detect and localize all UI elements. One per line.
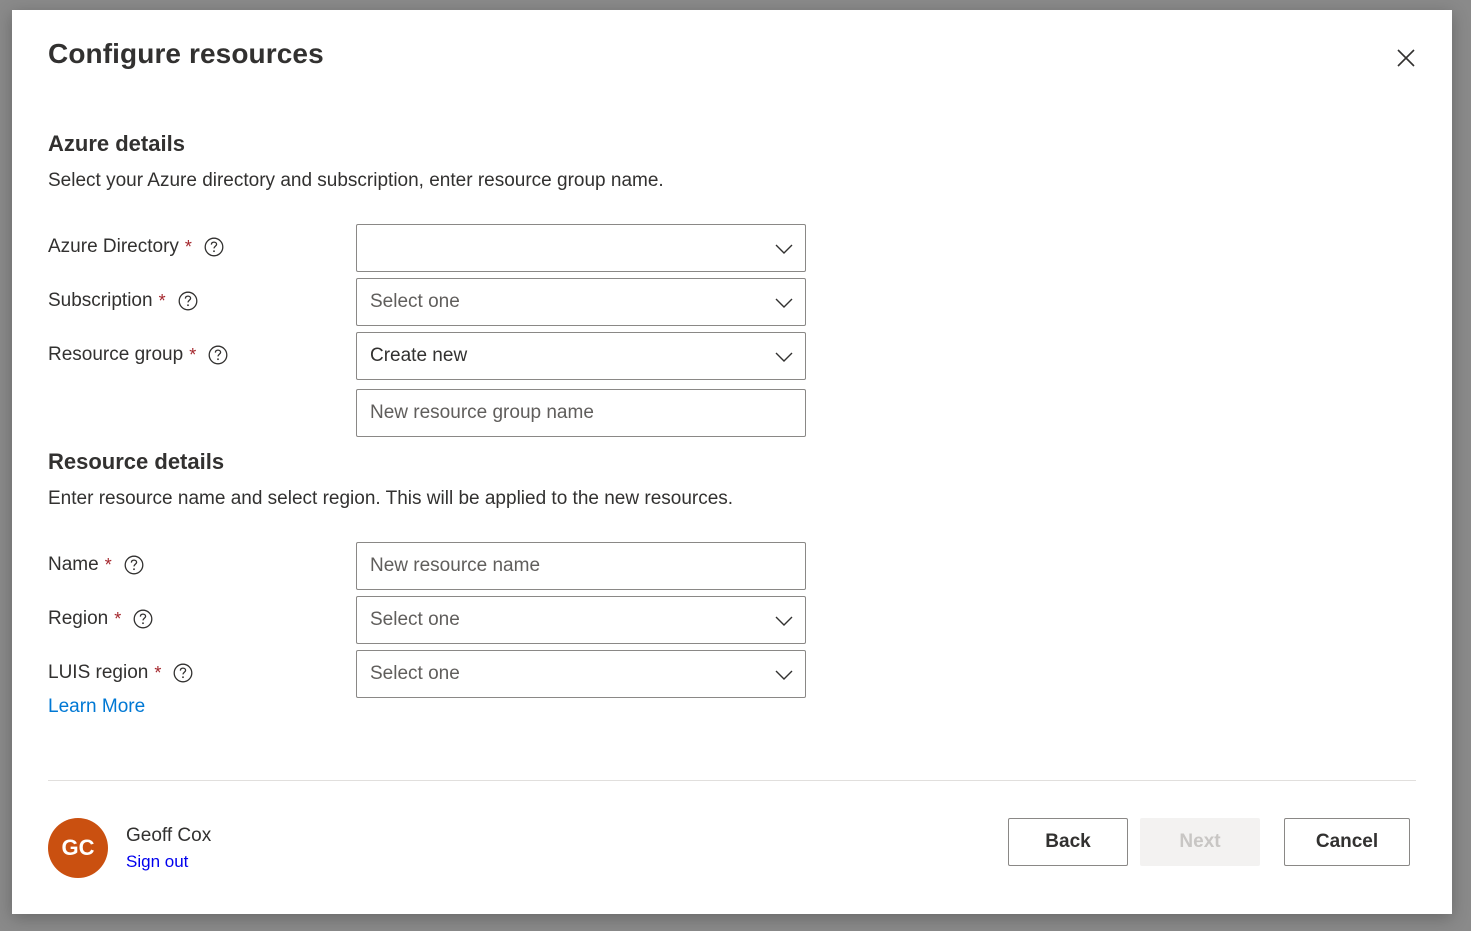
region-dropdown[interactable]: Select one (356, 596, 806, 644)
learn-more-link[interactable]: Learn More (48, 696, 145, 718)
chevron-down-icon (775, 352, 793, 362)
name-label-text: Name (48, 554, 99, 575)
name-label: Name * (48, 552, 144, 578)
name-help-icon[interactable] (124, 555, 144, 575)
resource-group-dropdown[interactable]: Create new (356, 332, 806, 380)
subscription-help-icon[interactable] (178, 291, 198, 311)
chevron-down-icon (775, 298, 793, 308)
luis-region-dropdown[interactable]: Select one (356, 650, 806, 698)
back-button[interactable]: Back (1008, 818, 1128, 866)
close-button[interactable] (1392, 44, 1420, 72)
azure-details-heading: Azure details (48, 131, 185, 156)
required-marker: * (114, 608, 122, 629)
required-marker: * (189, 344, 197, 365)
subscription-label-text: Subscription (48, 290, 153, 311)
resource-group-value: Create new (370, 345, 468, 366)
azure-directory-dropdown[interactable] (356, 224, 806, 272)
required-marker: * (158, 290, 166, 311)
azure-details-description: Select your Azure directory and subscrip… (48, 170, 664, 191)
required-marker: * (184, 236, 192, 257)
close-icon (1397, 49, 1415, 67)
new-resource-group-field[interactable] (356, 389, 806, 437)
region-value: Select one (370, 609, 460, 630)
luis-region-help-icon[interactable] (173, 663, 193, 683)
azure-directory-label: Azure Directory * (48, 234, 224, 260)
luis-region-label-text: LUIS region (48, 662, 149, 683)
region-label-text: Region (48, 608, 109, 629)
region-label: Region * (48, 606, 153, 632)
region-help-icon[interactable] (133, 609, 153, 629)
user-name: Geoff Cox (126, 825, 212, 846)
chevron-down-icon (775, 616, 793, 626)
footer-divider (48, 780, 1416, 781)
resource-details-heading: Resource details (48, 449, 225, 474)
luis-region-value: Select one (370, 663, 460, 684)
resource-group-label: Resource group * (48, 342, 228, 368)
chevron-down-icon (775, 244, 793, 254)
required-marker: * (154, 662, 162, 683)
azure-directory-help-icon[interactable] (204, 237, 224, 257)
required-marker: * (104, 554, 112, 575)
cancel-button[interactable]: Cancel (1284, 818, 1410, 866)
dialog-title: Configure resources (48, 38, 324, 69)
resource-group-help-icon[interactable] (208, 345, 228, 365)
subscription-value: Select one (370, 291, 460, 312)
avatar: GC (48, 818, 108, 878)
subscription-dropdown[interactable]: Select one (356, 278, 806, 326)
resource-details-description: Enter resource name and select region. T… (48, 488, 734, 509)
sign-out-link[interactable]: Sign out (126, 852, 188, 872)
chevron-down-icon (775, 670, 793, 680)
subscription-label: Subscription * (48, 288, 198, 314)
resource-group-label-text: Resource group (48, 344, 184, 365)
resource-name-input[interactable] (370, 543, 805, 589)
luis-region-label: LUIS region * (48, 660, 193, 686)
resource-name-field[interactable] (356, 542, 806, 590)
next-button[interactable]: Next (1140, 818, 1260, 866)
azure-directory-label-text: Azure Directory (48, 236, 179, 257)
configure-resources-dialog: Configure resources Azure details Select… (12, 10, 1452, 914)
new-resource-group-input[interactable] (370, 390, 805, 436)
